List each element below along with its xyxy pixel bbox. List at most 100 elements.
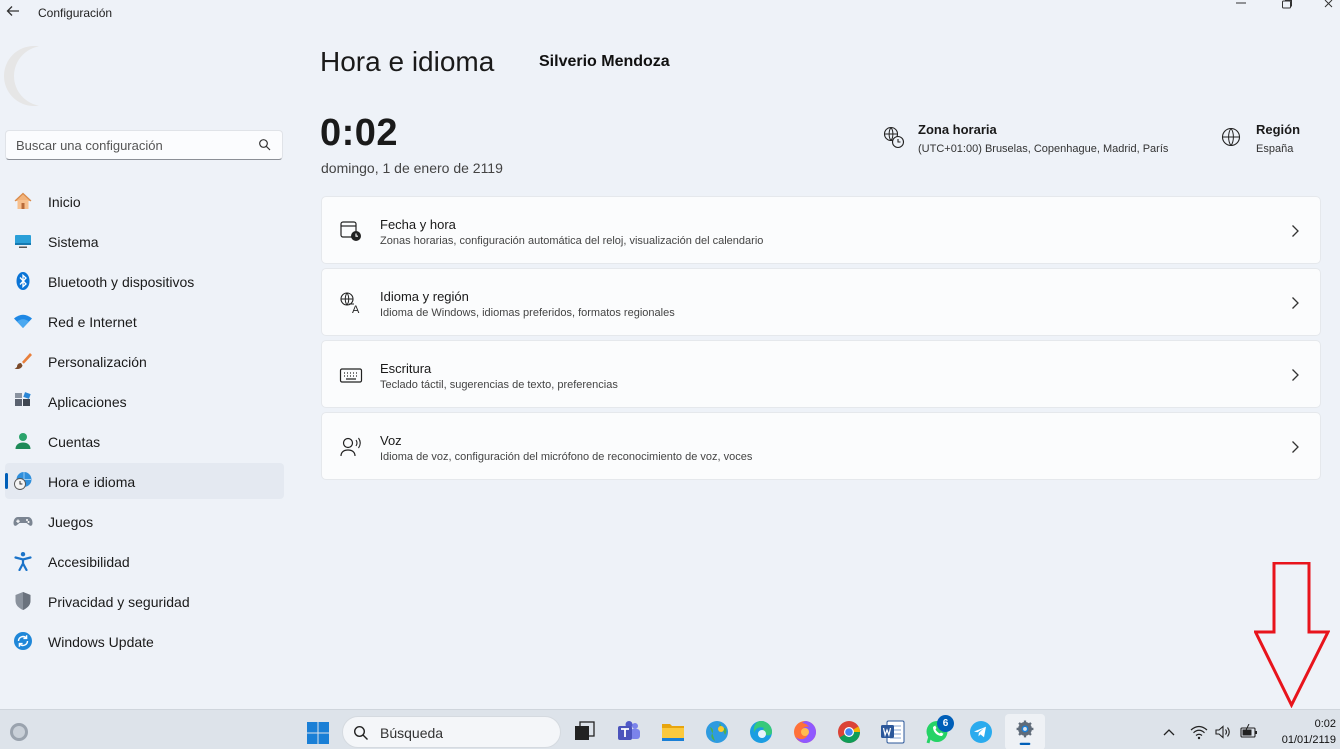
apps-icon bbox=[15, 392, 31, 406]
sidebar-item-personalizacion[interactable]: Personalización bbox=[5, 343, 284, 379]
sidebar-item-label: Sistema bbox=[48, 234, 99, 250]
sidebar-item-red[interactable]: Red e Internet bbox=[5, 303, 284, 339]
chrome-icon[interactable] bbox=[836, 719, 862, 745]
red-arrow-annotation bbox=[1254, 562, 1330, 708]
sidebar-item-label: Inicio bbox=[48, 194, 81, 210]
calendar-clock-icon bbox=[340, 221, 361, 241]
current-date: domingo, 1 de enero de 2119 bbox=[321, 160, 503, 176]
sidebar-item-inicio[interactable]: Inicio bbox=[5, 183, 284, 219]
card-idioma-region[interactable]: A Idioma y región Idioma de Windows, idi… bbox=[321, 268, 1321, 336]
language-icon: A bbox=[340, 292, 360, 315]
globe-clock-icon bbox=[883, 126, 905, 149]
card-voz[interactable]: Voz Idioma de voz, configuración del mic… bbox=[321, 412, 1321, 480]
edge-icon[interactable] bbox=[748, 719, 774, 745]
card-title: Fecha y hora bbox=[380, 217, 456, 232]
gamepad-icon bbox=[13, 517, 33, 526]
taskbar-search[interactable]: Búsqueda bbox=[342, 716, 561, 748]
task-view-icon[interactable] bbox=[572, 719, 598, 745]
notification-badge: 6 bbox=[937, 715, 954, 732]
chevron-right-icon bbox=[1292, 225, 1299, 237]
sidebar-item-cuentas[interactable]: Cuentas bbox=[5, 423, 284, 459]
minimize-icon[interactable] bbox=[1228, 0, 1254, 14]
sidebar-item-label: Cuentas bbox=[48, 434, 101, 450]
file-explorer-icon[interactable] bbox=[660, 719, 686, 745]
battery-charging-icon[interactable] bbox=[1240, 724, 1258, 740]
chevron-up-icon[interactable] bbox=[1160, 724, 1178, 740]
sidebar-item-bluetooth[interactable]: Bluetooth y dispositivos bbox=[5, 263, 284, 299]
avatar[interactable] bbox=[4, 46, 74, 106]
search-icon bbox=[353, 725, 368, 740]
sidebar-item-aplicaciones[interactable]: Aplicaciones bbox=[5, 383, 284, 419]
window-title: Configuración bbox=[38, 6, 113, 20]
current-time: 0:02 bbox=[320, 112, 399, 154]
sidebar-item-label: Juegos bbox=[48, 514, 94, 530]
card-subtitle: Zonas horarias, configuración automática… bbox=[380, 235, 764, 247]
sidebar-item-label: Accesibilidad bbox=[48, 554, 130, 570]
tray-time[interactable]: 0:02 bbox=[1280, 718, 1336, 730]
update-icon bbox=[14, 632, 32, 650]
keyboard-icon bbox=[339, 368, 363, 383]
home-icon bbox=[14, 192, 32, 209]
timezone-label: Zona horaria bbox=[918, 122, 997, 137]
card-subtitle: Teclado táctil, sugerencias de texto, pr… bbox=[380, 379, 618, 391]
search-box[interactable] bbox=[5, 130, 283, 160]
maps-globe-icon[interactable] bbox=[704, 719, 730, 745]
maximize-icon[interactable] bbox=[1274, 0, 1300, 14]
shield-icon bbox=[15, 592, 31, 610]
card-title: Escritura bbox=[380, 361, 432, 376]
chevron-right-icon bbox=[1292, 441, 1299, 453]
speech-icon bbox=[340, 437, 361, 457]
card-subtitle: Idioma de voz, configuración del micrófo… bbox=[380, 451, 753, 463]
volume-icon[interactable] bbox=[1214, 724, 1232, 740]
region-info[interactable]: Región España bbox=[1220, 120, 1330, 164]
user-name: Silverio Mendoza bbox=[539, 53, 670, 70]
wifi-icon bbox=[14, 314, 32, 328]
telegram-icon[interactable] bbox=[968, 719, 994, 745]
monitor-icon bbox=[15, 235, 31, 248]
close-icon[interactable] bbox=[1318, 0, 1340, 14]
accessibility-icon bbox=[14, 552, 32, 571]
sidebar-item-accesibilidad[interactable]: Accesibilidad bbox=[5, 543, 284, 579]
globe-icon bbox=[1221, 127, 1241, 147]
taskbar: Búsqueda 6 0:02 01/01/2119 bbox=[0, 709, 1340, 749]
sidebar-item-privacidad[interactable]: Privacidad y seguridad bbox=[5, 583, 284, 619]
sidebar-item-label: Personalización bbox=[48, 354, 147, 370]
svg-text:A: A bbox=[352, 304, 360, 315]
back-arrow-icon[interactable] bbox=[4, 2, 22, 20]
settings-cards: Fecha y hora Zonas horarias, configuraci… bbox=[321, 196, 1321, 484]
brush-icon bbox=[14, 353, 32, 370]
teams-icon[interactable] bbox=[616, 719, 642, 745]
bluetooth-icon bbox=[16, 272, 30, 290]
title-bar: Configuración bbox=[0, 0, 1340, 28]
sidebar-item-label: Privacidad y seguridad bbox=[48, 594, 190, 610]
chevron-right-icon bbox=[1292, 297, 1299, 309]
sidebar-item-windows-update[interactable]: Windows Update bbox=[5, 623, 284, 659]
page-title: Hora e idioma bbox=[320, 46, 495, 77]
search-input[interactable] bbox=[16, 136, 246, 154]
chevron-right-icon bbox=[1292, 369, 1299, 381]
sidebar-item-label: Windows Update bbox=[48, 634, 154, 650]
person-icon bbox=[15, 433, 31, 449]
windows-start-icon[interactable] bbox=[306, 721, 330, 745]
sidebar-item-juegos[interactable]: Juegos bbox=[5, 503, 284, 539]
card-title: Voz bbox=[380, 433, 402, 448]
search-icon bbox=[259, 139, 271, 151]
card-escritura[interactable]: Escritura Teclado táctil, sugerencias de… bbox=[321, 340, 1321, 408]
weather-widget-icon[interactable] bbox=[8, 721, 30, 743]
clock-globe-icon bbox=[14, 472, 32, 490]
tray-date[interactable]: 01/01/2119 bbox=[1262, 734, 1336, 746]
sidebar-item-label: Aplicaciones bbox=[48, 394, 127, 410]
timezone-info[interactable]: Zona horaria (UTC+01:00) Bruselas, Copen… bbox=[882, 120, 1202, 164]
timezone-value: (UTC+01:00) Bruselas, Copenhague, Madrid… bbox=[918, 143, 1169, 155]
sidebar-item-label: Hora e idioma bbox=[48, 474, 136, 490]
sidebar-nav: Inicio Sistema Bluetooth y dispositivos … bbox=[5, 183, 284, 663]
card-fecha-hora[interactable]: Fecha y hora Zonas horarias, configuraci… bbox=[321, 196, 1321, 264]
word-icon[interactable] bbox=[880, 719, 906, 745]
card-title: Idioma y región bbox=[380, 289, 469, 304]
wifi-tray-icon[interactable] bbox=[1190, 724, 1208, 740]
sidebar-item-sistema[interactable]: Sistema bbox=[5, 223, 284, 259]
sidebar-item-label: Red e Internet bbox=[48, 314, 137, 330]
firefox-icon[interactable] bbox=[792, 719, 818, 745]
settings-gear-icon[interactable] bbox=[1012, 719, 1038, 745]
sidebar-item-hora-idioma[interactable]: Hora e idioma bbox=[5, 463, 284, 499]
